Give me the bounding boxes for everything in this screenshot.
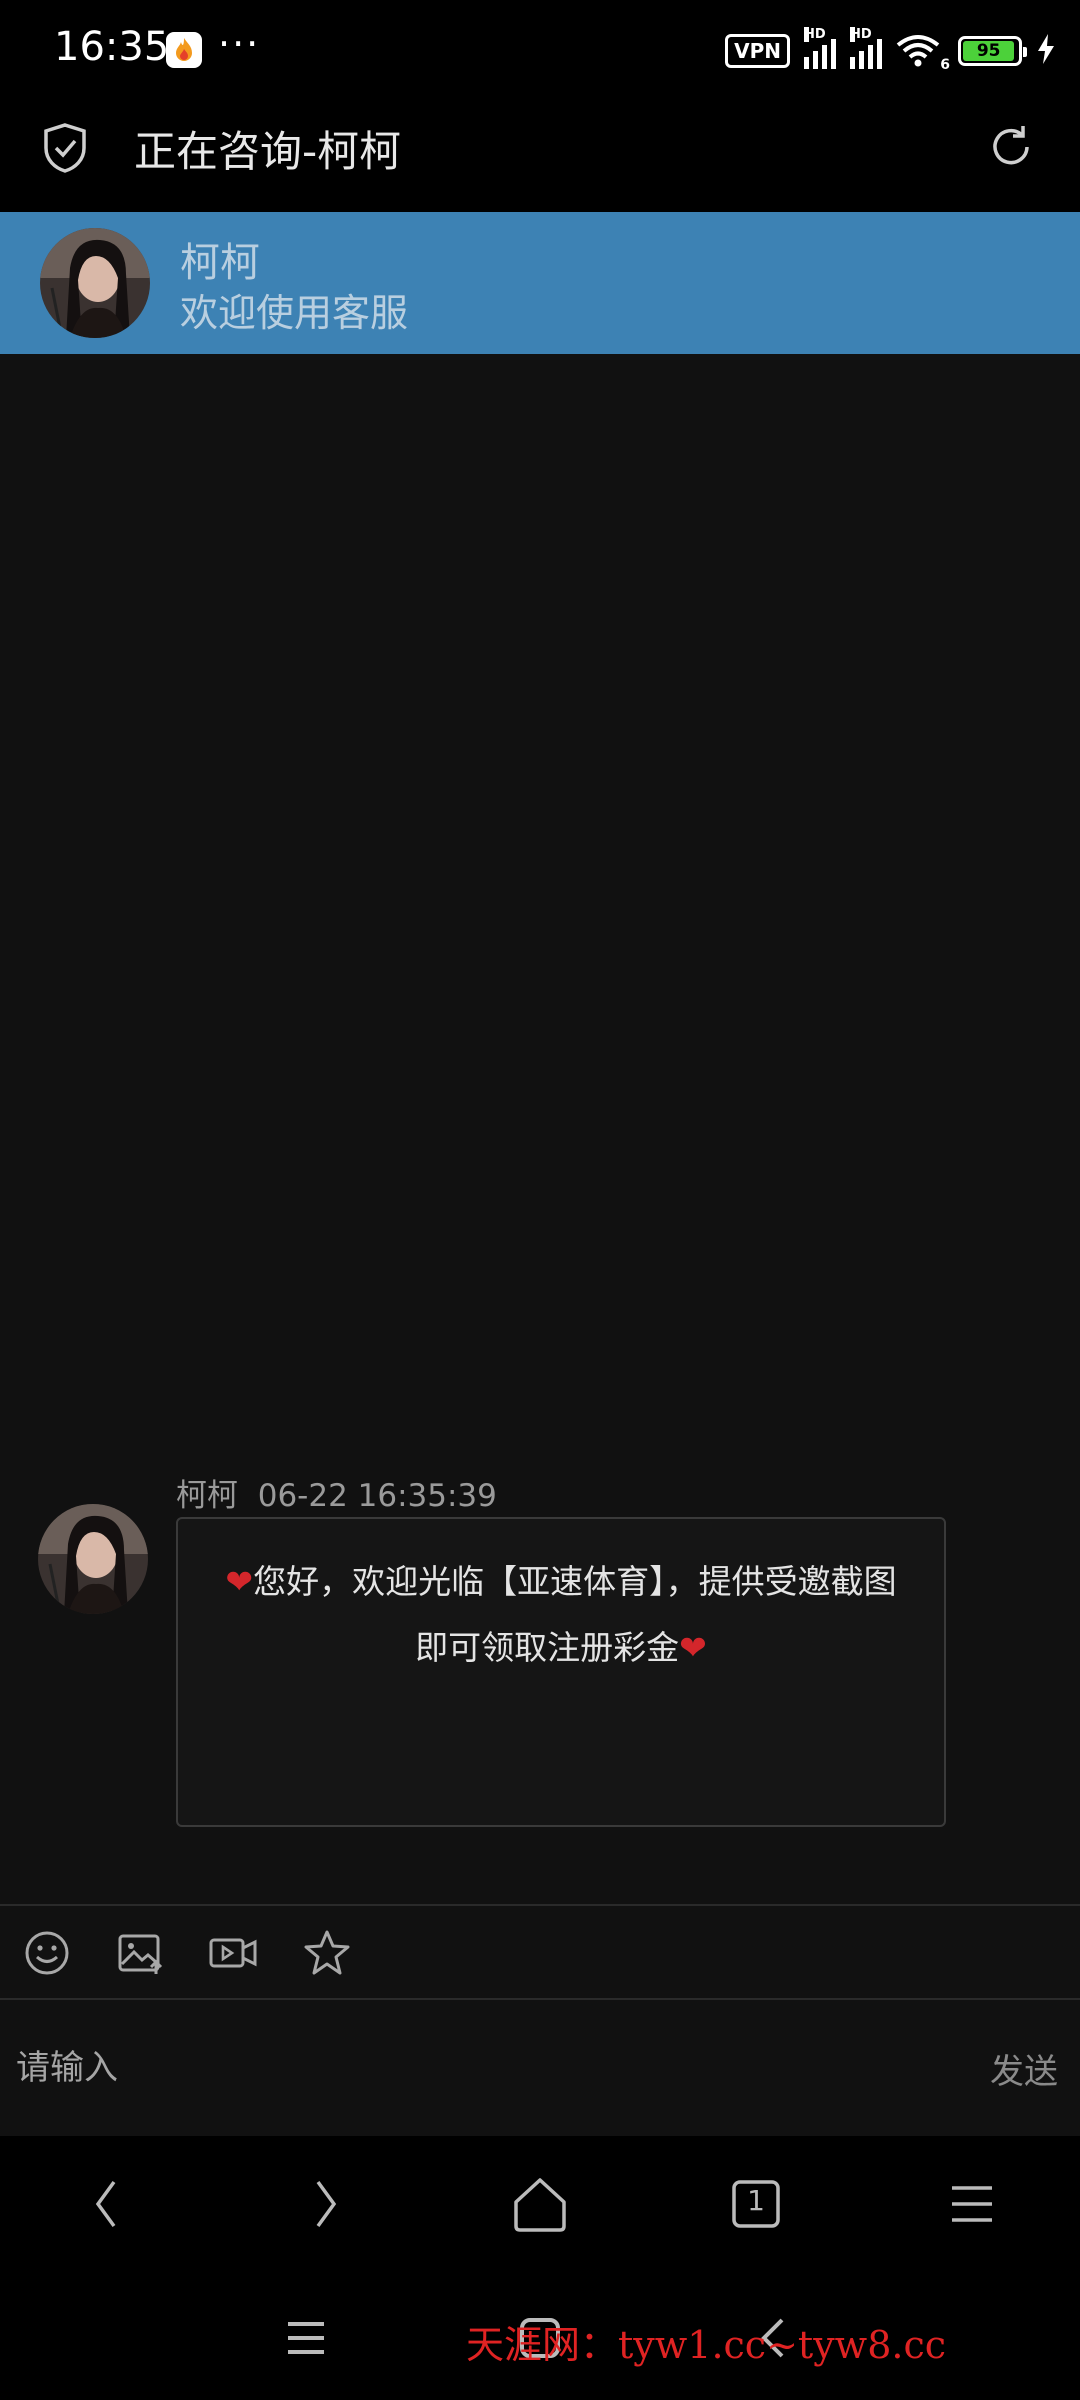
signal-strength-icon-2: HD <box>850 27 882 69</box>
watermark-text: 天涯网：tyw1.cc~tyw8.cc <box>466 2323 947 2367</box>
message-line-1: ❤您好，欢迎光临【亚速体育】，提供受邀截图 <box>225 1562 897 1601</box>
wifi-icon: 6 <box>896 33 950 73</box>
agent-subtitle: 欢迎使用客服 <box>180 291 409 335</box>
heart-icon: ❤ <box>679 1628 707 1667</box>
message-line-2: 即可领取注册彩金❤ <box>415 1628 707 1667</box>
title-bar: 正在咨询-柯柯 <box>0 100 1080 212</box>
forward-icon[interactable] <box>292 2172 356 2236</box>
status-time: 16:35 <box>54 24 170 70</box>
avatar <box>40 228 150 338</box>
video-icon[interactable] <box>208 1928 258 1978</box>
chat-area[interactable]: 柯柯 06-22 16:35:39 ❤您好，欢迎光临【亚速体育】，提供受邀截图 … <box>0 354 1080 1904</box>
home-icon[interactable] <box>508 2172 572 2236</box>
message-timestamp: 06-22 16:35:39 <box>257 1478 497 1514</box>
input-row: 发送 <box>0 2000 1080 2136</box>
back-icon[interactable] <box>76 2172 140 2236</box>
message-meta: 柯柯 06-22 16:35:39 <box>176 1470 497 1515</box>
status-indicators: VPN HD HD 6 95 <box>725 27 1056 73</box>
browser-nav: 1 <box>0 2136 1080 2272</box>
battery-level: 95 <box>963 41 1015 61</box>
message-avatar <box>38 1504 148 1614</box>
send-button[interactable]: 发送 <box>990 2044 1058 2093</box>
charging-icon <box>1036 33 1056 69</box>
message-bubble: ❤您好，欢迎光临【亚速体育】，提供受邀截图 即可领取注册彩金❤ <box>176 1517 946 1827</box>
shield-check-icon[interactable] <box>42 122 88 174</box>
signal-strength-icon: HD <box>804 27 836 69</box>
system-nav: 天涯网：tyw1.cc~tyw8.cc <box>0 2272 1080 2400</box>
message-sender: 柯柯 <box>176 1478 238 1514</box>
chat-toolbar <box>0 1904 1080 2000</box>
message-input[interactable] <box>0 2000 960 2136</box>
battery-icon: 95 <box>958 36 1027 66</box>
menu-icon[interactable] <box>940 2172 1004 2236</box>
refresh-icon[interactable] <box>986 122 1036 172</box>
tabs-icon[interactable]: 1 <box>724 2172 788 2236</box>
agent-header: 柯柯 欢迎使用客服 <box>0 212 1080 354</box>
more-notifications-icon: ··· <box>218 22 261 66</box>
emoji-icon[interactable] <box>22 1928 72 1978</box>
image-upload-icon[interactable] <box>116 1928 166 1978</box>
status-bar: 16:35 ··· VPN HD HD 6 95 <box>0 0 1080 100</box>
page-title: 正在咨询-柯柯 <box>134 127 402 176</box>
heart-icon: ❤ <box>225 1562 254 1601</box>
system-menu-icon[interactable] <box>278 2310 334 2366</box>
notification-app-icon <box>166 32 202 68</box>
vpn-icon: VPN <box>725 34 790 68</box>
agent-name: 柯柯 <box>180 240 260 286</box>
star-icon[interactable] <box>302 1928 352 1978</box>
